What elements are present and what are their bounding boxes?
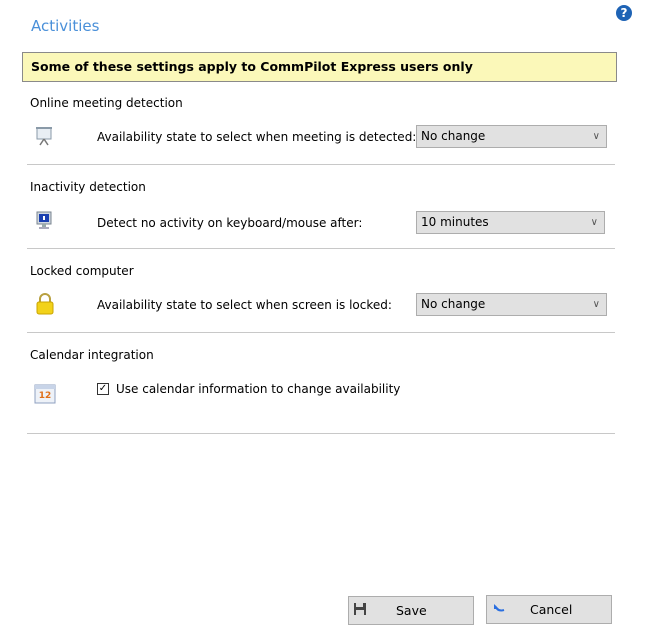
meeting-state-value: No change (421, 129, 486, 143)
locked-label: Availability state to select when screen… (97, 298, 392, 312)
calendar-checkbox[interactable]: ✓ (97, 383, 109, 395)
chevron-down-icon: ∨ (590, 217, 598, 228)
section-heading-inactivity: Inactivity detection (30, 180, 146, 194)
divider (27, 433, 615, 434)
save-button[interactable]: Save (348, 596, 474, 625)
calendar-day: 12 (39, 391, 52, 401)
floppy-disk-icon (353, 602, 367, 619)
inactivity-timeout-select[interactable]: 10 minutes ∨ (416, 211, 605, 234)
chevron-down-icon: ∨ (592, 299, 600, 310)
divider (27, 164, 615, 165)
calendar-icon: 12 (34, 382, 56, 404)
locked-state-select[interactable]: No change ∨ (416, 293, 607, 316)
monitor-icon (35, 211, 53, 231)
inactivity-label: Detect no activity on keyboard/mouse aft… (97, 216, 363, 230)
help-icon[interactable]: ? (616, 5, 632, 21)
meeting-state-select[interactable]: No change ∨ (416, 125, 607, 148)
page-title: Activities (31, 17, 100, 35)
undo-arrow-icon (492, 602, 506, 617)
calendar-checkbox-label[interactable]: Use calendar information to change avail… (116, 382, 400, 396)
divider (27, 332, 615, 333)
chevron-down-icon: ∨ (592, 131, 600, 142)
divider (27, 248, 615, 249)
cancel-button[interactable]: Cancel (486, 595, 612, 624)
cancel-label: Cancel (530, 602, 573, 617)
info-banner: Some of these settings apply to CommPilo… (22, 52, 617, 82)
presentation-board-icon (35, 126, 53, 146)
meeting-detection-label: Availability state to select when meetin… (97, 130, 417, 144)
inactivity-timeout-value: 10 minutes (421, 215, 489, 229)
locked-state-value: No change (421, 297, 486, 311)
padlock-icon (36, 293, 54, 315)
section-heading-calendar: Calendar integration (30, 348, 154, 362)
section-heading-online-meeting: Online meeting detection (30, 96, 183, 110)
section-heading-locked-computer: Locked computer (30, 264, 134, 278)
save-label: Save (396, 603, 427, 618)
